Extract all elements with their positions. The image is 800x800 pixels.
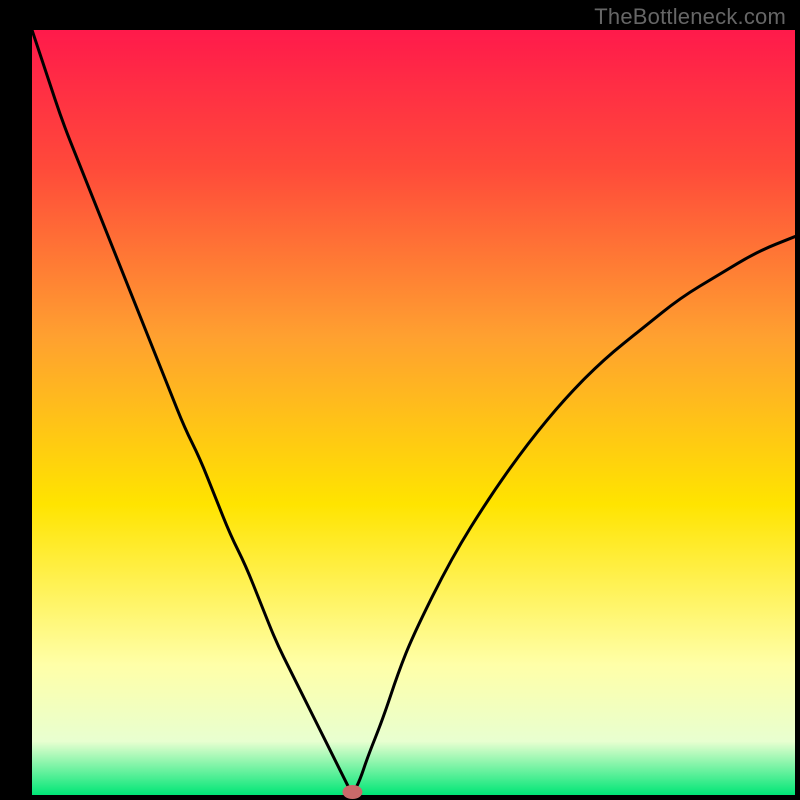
watermark-label: TheBottleneck.com [594, 4, 786, 30]
chart-svg [0, 0, 800, 800]
optimal-point-marker [342, 785, 362, 799]
bottleneck-chart: TheBottleneck.com [0, 0, 800, 800]
chart-plot-area [32, 30, 795, 795]
